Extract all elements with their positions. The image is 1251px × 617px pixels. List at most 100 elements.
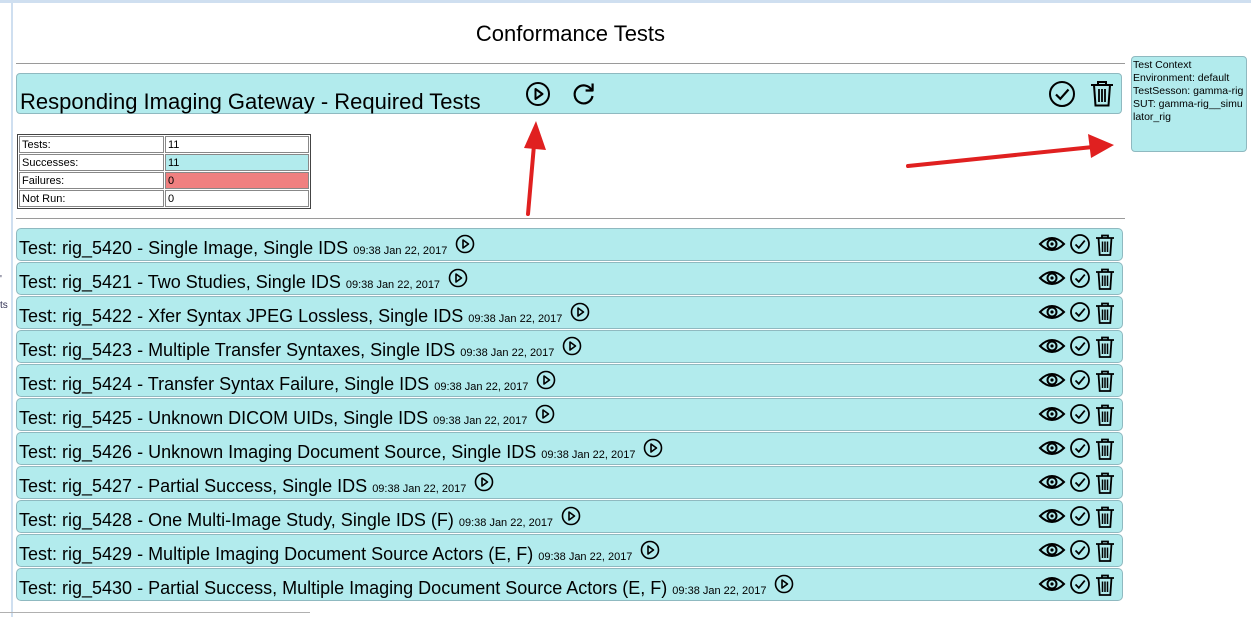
trash-icon[interactable] xyxy=(1094,437,1116,466)
row-actions xyxy=(1038,301,1116,330)
play-circle-icon[interactable] xyxy=(536,370,556,394)
play-circle-icon[interactable] xyxy=(525,81,551,107)
trash-icon[interactable] xyxy=(1094,471,1116,500)
eye-icon[interactable] xyxy=(1038,471,1066,500)
test-row[interactable]: Test: rig_5421 - Two Studies, Single IDS… xyxy=(16,262,1123,295)
summary-row: Successes: 11 xyxy=(19,154,309,171)
trash-icon[interactable] xyxy=(1094,233,1116,262)
eye-icon[interactable] xyxy=(1038,505,1066,534)
check-circle-icon[interactable] xyxy=(1069,573,1091,602)
eye-icon[interactable] xyxy=(1038,301,1066,330)
test-row[interactable]: Test: rig_5425 - Unknown DICOM UIDs, Sin… xyxy=(16,398,1123,431)
test-name: Test: rig_5424 - Transfer Syntax Failure… xyxy=(19,374,430,394)
context-sut: SUT: gamma-rig__simulator_rig xyxy=(1133,98,1243,123)
top-divider xyxy=(16,63,1125,64)
trash-icon[interactable] xyxy=(1094,505,1116,534)
trash-icon[interactable] xyxy=(1094,403,1116,432)
check-circle-icon[interactable] xyxy=(1048,80,1076,108)
test-context-panel: Test Context Environment: default TestSe… xyxy=(1131,56,1247,152)
check-circle-icon[interactable] xyxy=(1069,471,1091,500)
eye-icon[interactable] xyxy=(1038,573,1066,602)
test-title: Test: rig_5423 - Multiple Transfer Synta… xyxy=(19,336,582,363)
trash-icon[interactable] xyxy=(1094,301,1116,330)
check-circle-icon[interactable] xyxy=(1069,437,1091,466)
test-timestamp: 09:38 Jan 22, 2017 xyxy=(538,551,633,563)
left-edge-text-fragment: ts xyxy=(0,300,8,311)
row-actions xyxy=(1038,539,1116,568)
play-circle-icon[interactable] xyxy=(561,506,581,530)
play-circle-icon[interactable] xyxy=(643,438,663,462)
test-name: Test: rig_5427 - Partial Success, Single… xyxy=(19,476,368,496)
test-name: Test: rig_5421 - Two Studies, Single IDS xyxy=(19,272,341,292)
play-circle-icon[interactable] xyxy=(455,234,475,258)
eye-icon[interactable] xyxy=(1038,233,1066,262)
test-row[interactable]: Test: rig_5427 - Partial Success, Single… xyxy=(16,466,1123,499)
test-timestamp: 09:38 Jan 22, 2017 xyxy=(541,449,636,461)
check-circle-icon[interactable] xyxy=(1069,335,1091,364)
test-row[interactable]: Test: rig_5428 - One Multi-Image Study, … xyxy=(16,500,1123,533)
play-circle-icon[interactable] xyxy=(570,302,590,326)
test-row[interactable]: Test: rig_5429 - Multiple Imaging Docume… xyxy=(16,534,1123,567)
row-actions xyxy=(1038,471,1116,500)
test-timestamp: 09:38 Jan 22, 2017 xyxy=(353,245,448,257)
check-circle-icon[interactable] xyxy=(1069,267,1091,296)
check-circle-icon[interactable] xyxy=(1069,301,1091,330)
test-name: Test: rig_5423 - Multiple Transfer Synta… xyxy=(19,340,456,360)
trash-icon[interactable] xyxy=(1094,369,1116,398)
summary-row: Failures: 0 xyxy=(19,172,309,189)
context-session: TestSesson: gamma-rig xyxy=(1133,85,1244,97)
trash-icon[interactable] xyxy=(1094,267,1116,296)
test-row[interactable]: Test: rig_5423 - Multiple Transfer Synta… xyxy=(16,330,1123,363)
row-actions xyxy=(1038,267,1116,296)
play-circle-icon[interactable] xyxy=(448,268,468,292)
test-timestamp: 09:38 Jan 22, 2017 xyxy=(345,279,441,291)
test-timestamp: 09:38 Jan 22, 2017 xyxy=(458,517,554,529)
eye-icon[interactable] xyxy=(1038,267,1066,296)
test-title: Test: rig_5427 - Partial Success, Single… xyxy=(19,472,494,499)
check-circle-icon[interactable] xyxy=(1069,369,1091,398)
test-row[interactable]: Test: rig_5424 - Transfer Syntax Failure… xyxy=(16,364,1123,397)
eye-icon[interactable] xyxy=(1038,437,1066,466)
test-row[interactable]: Test: rig_5426 - Unknown Imaging Documen… xyxy=(16,432,1123,465)
test-row[interactable]: Test: rig_5420 - Single Image, Single ID… xyxy=(16,228,1123,261)
test-timestamp: 09:38 Jan 22, 2017 xyxy=(433,415,528,427)
play-circle-icon[interactable] xyxy=(535,404,555,428)
check-circle-icon[interactable] xyxy=(1069,233,1091,262)
test-row[interactable]: Test: rig_5422 - Xfer Syntax JPEG Lossle… xyxy=(16,296,1123,329)
test-title: Test: rig_5421 - Two Studies, Single IDS… xyxy=(19,268,468,295)
eye-icon[interactable] xyxy=(1038,369,1066,398)
trash-icon[interactable] xyxy=(1094,335,1116,364)
play-circle-icon[interactable] xyxy=(774,574,794,598)
trash-icon[interactable] xyxy=(1094,539,1116,568)
context-environment: Environment: default xyxy=(1133,72,1230,84)
eye-icon[interactable] xyxy=(1038,403,1066,432)
eye-icon[interactable] xyxy=(1038,335,1066,364)
trash-icon[interactable] xyxy=(1089,79,1115,108)
test-row[interactable]: Test: rig_5430 - Partial Success, Multip… xyxy=(16,568,1123,601)
summary-label: Not Run: xyxy=(19,190,164,207)
summary-table: Tests: 11 Successes: 11 Failures: 0 Not Run… xyxy=(17,134,311,209)
row-actions xyxy=(1038,369,1116,398)
bottom-divider xyxy=(0,612,310,613)
trash-icon[interactable] xyxy=(1094,573,1116,602)
summary-label: Failures: xyxy=(19,172,164,189)
check-circle-icon[interactable] xyxy=(1069,505,1091,534)
test-title: Test: rig_5420 - Single Image, Single ID… xyxy=(19,234,475,261)
play-circle-icon[interactable] xyxy=(562,336,582,360)
check-circle-icon[interactable] xyxy=(1069,539,1091,568)
test-collection-header: Responding Imaging Gateway - Required Te… xyxy=(16,73,1122,114)
test-timestamp: 09:38 Jan 22, 2017 xyxy=(434,381,529,393)
reload-icon[interactable] xyxy=(570,80,598,108)
eye-icon[interactable] xyxy=(1038,539,1066,568)
test-name: Test: rig_5420 - Single Image, Single ID… xyxy=(19,238,349,258)
play-circle-icon[interactable] xyxy=(474,472,494,496)
test-timestamp: 09:38 Jan 22, 2017 xyxy=(672,585,767,597)
play-circle-icon[interactable] xyxy=(640,540,660,564)
top-window-border xyxy=(0,0,1251,3)
test-name: Test: rig_5426 - Unknown Imaging Documen… xyxy=(19,442,537,462)
check-circle-icon[interactable] xyxy=(1069,403,1091,432)
summary-label: Successes: xyxy=(19,154,164,171)
summary-value: 0 xyxy=(165,190,309,207)
test-name: Test: rig_5425 - Unknown DICOM UIDs, Sin… xyxy=(19,408,429,428)
row-actions xyxy=(1038,335,1116,364)
